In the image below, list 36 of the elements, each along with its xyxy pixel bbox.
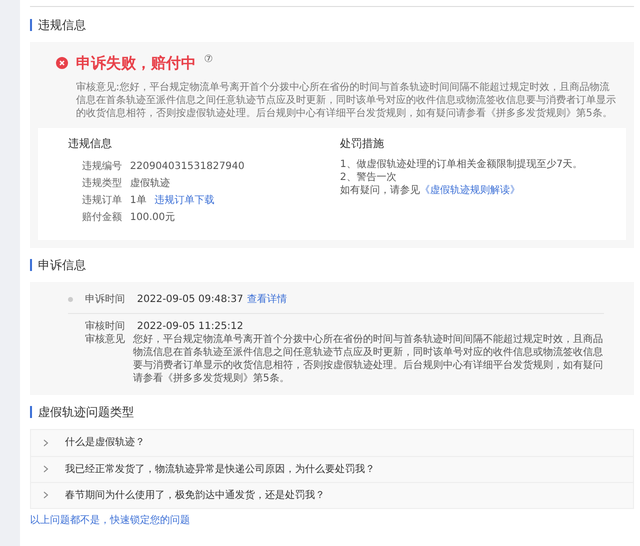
field-label: 审核意见 [85,332,125,346]
error-icon [56,57,68,70]
field-label: 赔付金额 [82,210,122,225]
field-value: 2022-09-05 11:25:12 [137,320,244,332]
help-mark[interactable]: ⑦ [204,52,213,67]
rule-link[interactable]: 《虚假轨迹规则解读》 [420,184,520,197]
faq-item[interactable]: 我已经正常发货了，物流轨迹异常是快递公司原因，为什么要处罚我？ [31,456,633,482]
help-link[interactable]: 以上问题都不是，快速锁定您的问题 [30,512,634,528]
chevron-right-icon [43,438,49,446]
field-label: 违规订单 [82,194,122,208]
penalty-item: 1、做虚假轨迹处理的订单相关金额限制提现至少7天。 [340,158,584,171]
section-title: 虚假轨迹问题类型 [38,404,134,420]
section-title: 申诉信息 [38,256,86,274]
review-opinion: 您好，平台规定物流单号离开首个分拨中心所在省份的时间与首条轨迹时间间隔不能超过规定时效，且商品物流信息在首条轨迹至派件信息之间任意轨迹节点应及时更新，同时该单号对应的收件信息或物流签收信息要与消费者订单显示的收货信息相符，否则按虚假轨迹处理。后台规则中心有详细平台发货规则，如有疑问请参看《拼多多发货规则》第5条。 [133,332,604,384]
field-value: 虚假轨迹 [130,176,170,191]
field-value: 1单 [130,194,146,208]
faq-item[interactable]: 什么是虚假轨迹？ [31,430,633,456]
chevron-right-icon [43,465,49,473]
penalty-item: 2、警告一次 [340,171,398,184]
section-title: 违规信息 [38,17,86,34]
review-opinion: 审核意见:您好，平台规定物流单号离开首个分拨中心所在省份的时间与首条轨迹时间间隔不能超过规定时效，且商品物流信息在首条轨迹至派件信息之间任意轨迹节点应及时更新，同时该单号对应的收件信息或物流签收信息要与消费者订单显示的收货信息相符，否则按虚假轨迹处理。后台规则中心有详细平台发货规则，如有疑问请参看《拼多多发货规则》第5条。 [75,80,617,120]
note-text: 如有疑问，请参见 [340,184,420,197]
field-label: 违规类型 [82,176,122,191]
download-link[interactable]: 违规订单下载 [154,192,214,209]
panel-title: 处罚措施 [340,136,385,152]
status-title: 申诉失败，赔付中 [76,53,196,74]
field-value: 220904031531827940 [130,160,245,174]
panel-title: 违规信息 [68,136,113,152]
field-label: 申诉时间 [85,292,125,306]
field-label: 审核时间 [85,320,125,332]
faq-item[interactable]: 春节期间为什么使用了，极免韵达中通发货，还是处罚我？ [31,482,633,508]
field-value: 100.00元 [130,211,175,225]
detail-link[interactable]: 查看详情 [247,292,288,306]
field-value: 2022-09-05 09:48:37 [137,292,244,306]
field-label: 违规编号 [82,160,122,174]
chevron-right-icon [43,491,49,499]
